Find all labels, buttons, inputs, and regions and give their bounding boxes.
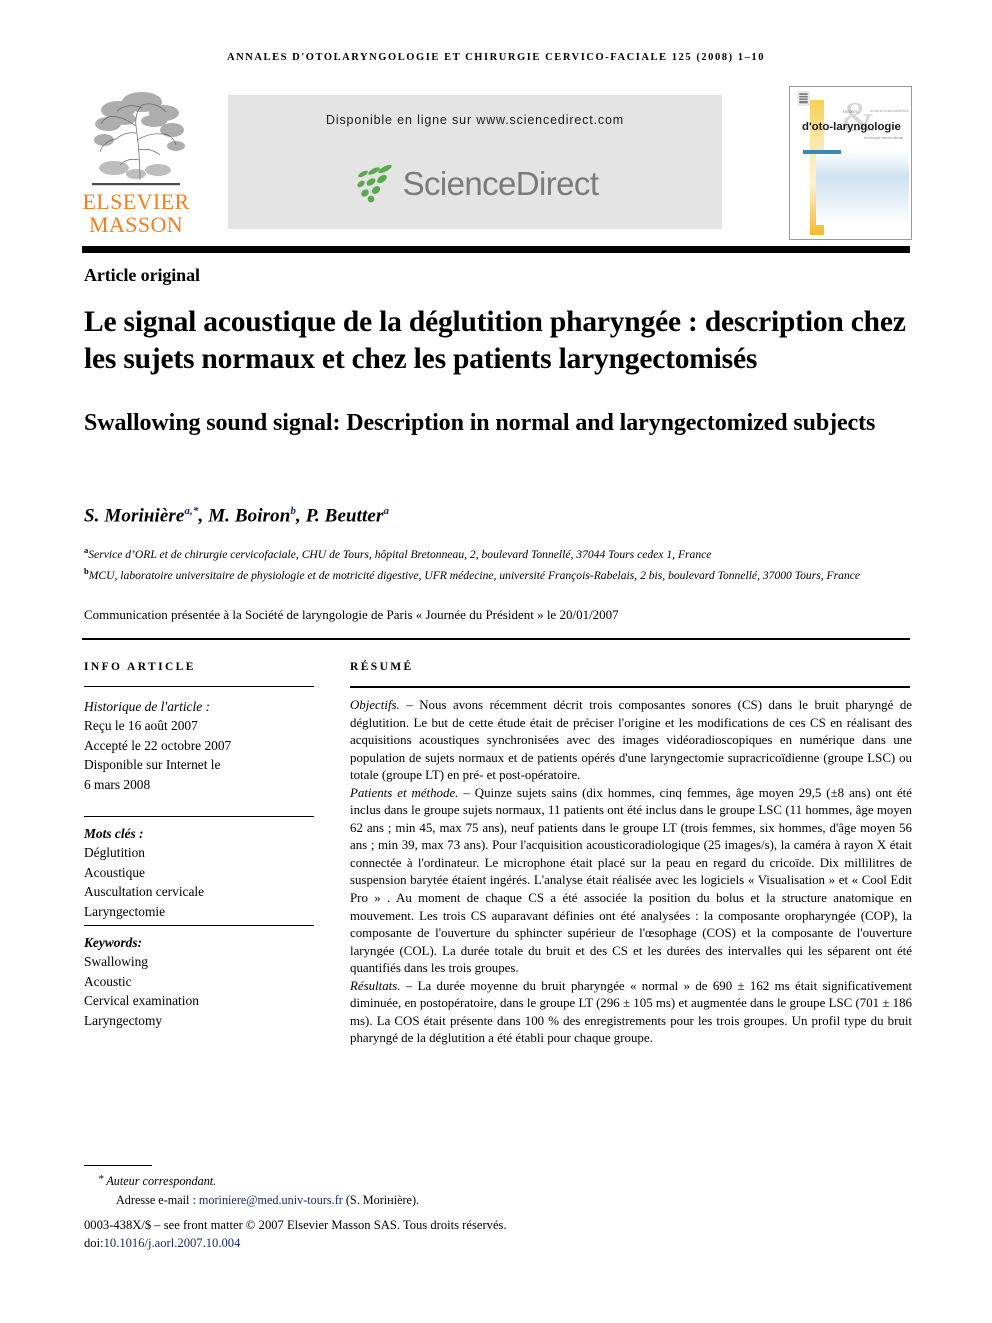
running-head: Annales d'otolaryngologie et chirurgie c…: [226, 52, 766, 63]
affiliation-a: aService d’ORL et de chirurgie cervicofa…: [84, 542, 904, 563]
keywords-rule: [84, 925, 314, 927]
corresponding-author-label: Auteur correspondant.: [106, 1174, 217, 1188]
mots-cles-item-1[interactable]: Déglutition: [84, 843, 324, 862]
doi-line: doi:10.1016/j.aorl.2007.10.004: [84, 1234, 704, 1252]
elsevier-tree-icon: [92, 92, 185, 186]
communication-note: Communication présentée à la Société de …: [84, 607, 619, 622]
author-2: M. Boiron: [208, 505, 291, 527]
resume-text-patients: Quinze sujets sains (dix hommes, cinq fe…: [350, 785, 912, 976]
affiliation-b-text: MCU, laboratoire universitaire de physio…: [88, 569, 861, 583]
masthead-divider-bar: [82, 246, 910, 253]
header-section-divider: [82, 638, 910, 640]
sciencedirect-wordmark: ScienceDirect: [402, 164, 599, 202]
author-list: S. Moriнièrea,*, M. Boironb, P. Beuttera: [84, 505, 390, 527]
keywords-item-1[interactable]: Swallowing: [84, 952, 324, 971]
info-article-heading: INFO ARTICLE: [84, 661, 196, 673]
info-article-rule: [84, 686, 314, 688]
author-1: S. Moriнière: [84, 505, 185, 527]
keywords-item-4[interactable]: Laryngectomy: [84, 1011, 324, 1030]
affiliation-a-text: Service d’ORL et de chirurgie cervicofac…: [88, 547, 712, 561]
email-label: Adresse e-mail :: [116, 1193, 196, 1207]
footnote-block: * Auteur correspondant. Adresse e-mail :…: [90, 1172, 650, 1209]
footnote-rule: [84, 1165, 152, 1167]
motscles-rule: [84, 816, 314, 818]
issn-copyright-line: 0003-438X/$ – see front matter © 2007 El…: [84, 1218, 507, 1232]
page-title-english: Swallowing sound signal: Description in …: [84, 410, 876, 436]
resume-heading: RÉSUMÉ: [350, 661, 414, 673]
author-3: P. Beutter: [305, 505, 384, 527]
doi-label: doi:: [84, 1236, 104, 1250]
svg-text:revue de la soci\u00e9t\u00e9: revue de la soci\u00e9t\u00e9: [870, 109, 909, 113]
doi-link[interactable]: 10.1016/j.aorl.2007.10.004: [104, 1236, 241, 1250]
resume-lead-resultats: Résultats. –: [350, 978, 418, 993]
resume-paragraph-resultats: Résultats. – La durée moyenne du bruit p…: [350, 978, 912, 1048]
masthead: ELSEVIER MASSON Disponible en ligne sur …: [82, 86, 912, 240]
elsevier-wordmark-line1: ELSEVIER: [82, 189, 190, 214]
corresponding-author-note: * Auteur correspondant.: [90, 1172, 650, 1191]
resume-paragraph-objectifs: Objectifs. – Nous avons récemment décrit…: [350, 697, 912, 785]
affiliations: aService d’ORL et de chirurgie cervicofa…: [84, 542, 904, 585]
corresponding-author-marker: *: [98, 1173, 104, 1185]
author-3-affil-marker[interactable]: a: [383, 505, 389, 517]
email-link[interactable]: moriniere@med.univ-tours.fr: [199, 1193, 343, 1207]
elsevier-wordmark: ELSEVIER MASSON: [82, 190, 190, 236]
sciencedirect-banner: Disponible en ligne sur www.sciencedirec…: [228, 95, 722, 229]
article-history-online-date: 6 mars 2008: [84, 776, 151, 792]
mots-cles-item-4[interactable]: Laryngectomie: [84, 902, 324, 921]
page-title-french: Le signal acoustique de la déglutition p…: [84, 306, 906, 375]
article-history-block: Historique de l'article : Reçu le 16 aoû…: [84, 697, 324, 794]
resume-rule: [350, 686, 910, 688]
keywords-item-3[interactable]: Cervical examination: [84, 991, 324, 1010]
affiliation-b: bMCU, laboratoire universitaire de physi…: [84, 563, 904, 584]
resume-text-resultats: La durée moyenne du bruit pharyngée « no…: [350, 978, 912, 1046]
sciencedirect-availability-text: Disponible en ligne sur www.sciencedirec…: [325, 113, 625, 127]
svg-text:Annales: Annales: [842, 109, 859, 114]
sciencedirect-logo[interactable]: ScienceDirect: [228, 157, 722, 209]
keywords-label: Keywords:: [84, 935, 143, 950]
svg-text:&: &: [842, 95, 875, 141]
journal-cover-thumbnail: & Annales revue de la soci\u00e9t\u00e9 …: [789, 86, 912, 240]
resume-body: Objectifs. – Nous avons récemment décrit…: [350, 697, 912, 1048]
author-2-affil-marker[interactable]: b: [290, 505, 296, 517]
svg-text:d'oto-laryngologie: d'oto-laryngologie: [802, 121, 901, 133]
mots-cles-block: Mots clés : Déglutition Acoustique Auscu…: [84, 824, 324, 921]
sciencedirect-leaf-icon: [356, 164, 392, 203]
elsevier-masson-logo: ELSEVIER MASSON: [82, 86, 190, 238]
keywords-block: Keywords: Swallowing Acoustic Cervical e…: [84, 933, 324, 1030]
email-owner: (S. Moriнière).: [345, 1193, 420, 1207]
journal-cover-art: & Annales revue de la soci\u00e9t\u00e9 …: [790, 87, 909, 237]
resume-text-objectifs: Nous avons récemment décrit trois compos…: [350, 698, 912, 783]
article-history-accepted: Accepté le 22 octobre 2007: [84, 737, 232, 753]
copyright-block: 0003-438X/$ – see front matter © 2007 El…: [84, 1216, 704, 1252]
resume-lead-patients: Patients et méthode. –: [350, 785, 475, 800]
article-history-label: Historique de l'article :: [84, 699, 210, 714]
mots-cles-label: Mots clés :: [84, 826, 144, 841]
email-note: Adresse e-mail : moriniere@med.univ-tour…: [90, 1191, 650, 1209]
elsevier-wordmark-line2: MASSON: [88, 212, 184, 237]
article-type-kicker: Article original: [84, 265, 200, 285]
article-history-received: Reçu le 16 août 2007: [84, 718, 198, 734]
keywords-item-2[interactable]: Acoustic: [84, 972, 324, 991]
resume-lead-objectifs: Objectifs. –: [350, 698, 420, 712]
resume-paragraph-patients: Patients et méthode. – Quinze sujets sai…: [350, 785, 912, 978]
journal-article-page: Annales d'otolaryngologie et chirurgie c…: [0, 0, 992, 1323]
author-1-affil-marker[interactable]: a,*: [184, 505, 198, 517]
mots-cles-item-2[interactable]: Acoustique: [84, 863, 324, 882]
mots-cles-item-3[interactable]: Auscultation cervicale: [84, 882, 324, 901]
article-history-online-label: Disponible sur Internet le: [84, 757, 221, 773]
svg-text:et chirurgie cervico-faciale: et chirurgie cervico-faciale: [864, 136, 903, 140]
